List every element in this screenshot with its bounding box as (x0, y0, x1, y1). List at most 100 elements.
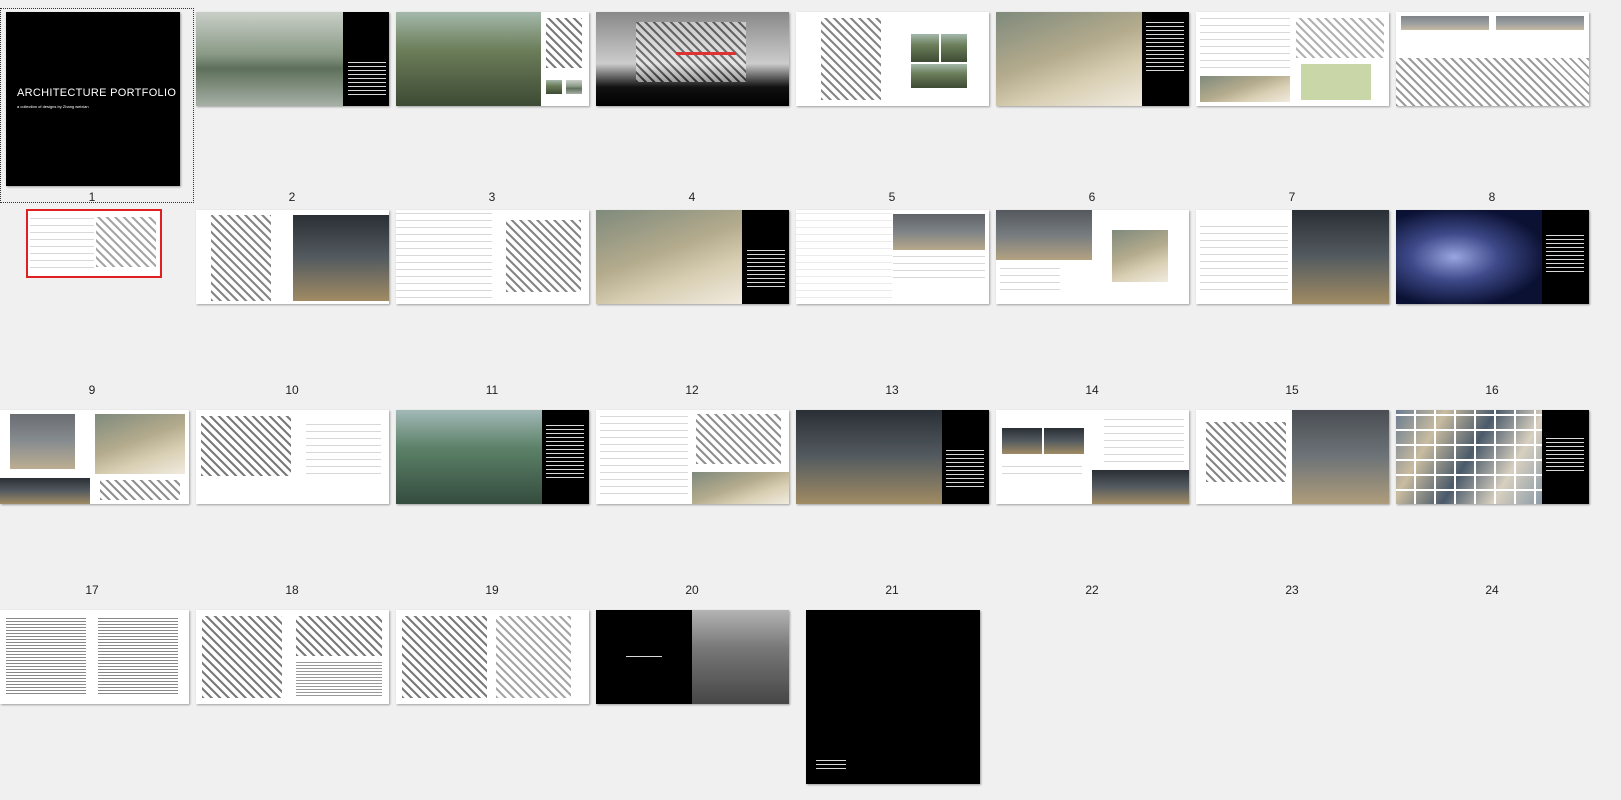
page-cell[interactable]: 17 (0, 400, 200, 600)
site-plan (1200, 16, 1290, 74)
page-number: 23 (1285, 583, 1299, 597)
page-number: 10 (285, 383, 299, 397)
plans (100, 480, 180, 500)
bw-photo (692, 610, 789, 704)
elevations (1200, 220, 1288, 296)
photo (1200, 76, 1290, 102)
interior-render (1292, 210, 1389, 304)
diagrams (1296, 18, 1384, 58)
page-number: 20 (685, 583, 699, 597)
page-cell[interactable]: 11 (396, 200, 596, 400)
elevation (893, 254, 985, 284)
photo (996, 210, 1092, 260)
page-thumbnail[interactable] (196, 610, 389, 704)
plans (696, 414, 781, 464)
page-cell[interactable] (196, 600, 396, 800)
page-cell[interactable] (396, 600, 596, 800)
elevation (1002, 460, 1082, 480)
page-cell[interactable]: 8 (1396, 0, 1596, 204)
page-thumbnail[interactable] (596, 12, 789, 106)
page-cell[interactable]: 16 (1396, 200, 1596, 400)
photo (10, 414, 75, 469)
page-cell[interactable]: ARCHITECTURE PORTFOLIO a collection of d… (0, 0, 200, 204)
sections (306, 420, 381, 480)
site-plan (95, 414, 185, 474)
page-thumbnail[interactable] (396, 12, 589, 106)
page-thumbnail[interactable] (196, 210, 389, 304)
floor-plans (506, 220, 581, 292)
page-cell[interactable] (596, 600, 796, 800)
page-number: 12 (685, 383, 699, 397)
page-thumbnail[interactable] (1196, 210, 1389, 304)
page-cell[interactable]: 5 (796, 0, 996, 204)
page-cell[interactable]: 12 (596, 200, 796, 400)
page-thumbnail[interactable] (396, 610, 589, 704)
page-thumbnail[interactable] (1396, 12, 1589, 106)
page-thumbnail-back-cover[interactable] (806, 610, 980, 784)
page-thumbnail[interactable] (1396, 410, 1589, 504)
page-thumbnail[interactable] (0, 610, 189, 704)
page-cell[interactable]: 2 (196, 0, 396, 204)
landscape-photo (196, 12, 343, 106)
photo (1002, 428, 1042, 454)
page-cell[interactable]: 24 (1396, 400, 1596, 600)
photo (1044, 428, 1084, 454)
interior-photo (1292, 410, 1389, 504)
cover-title: ARCHITECTURE PORTFOLIO (17, 87, 177, 99)
page-thumbnail[interactable] (996, 410, 1189, 504)
page-thumbnail[interactable] (796, 12, 989, 106)
page-thumbnail[interactable] (596, 210, 789, 304)
page-number: 11 (485, 383, 499, 397)
page-cell[interactable]: 18 (196, 400, 396, 600)
page-cell[interactable]: 15 (1196, 200, 1396, 400)
page-cell[interactable]: 6 (996, 0, 1196, 204)
page-number: 13 (885, 383, 899, 397)
page-cell[interactable]: 13 (796, 200, 996, 400)
page-thumbnail[interactable] (1396, 210, 1589, 304)
page-cell[interactable]: 3 (396, 0, 596, 204)
photo-collage (1396, 410, 1542, 504)
page-cell[interactable]: 14 (996, 200, 1196, 400)
page-number: 16 (1485, 383, 1499, 397)
page-thumbnail[interactable] (596, 610, 789, 704)
page-thumbnail[interactable] (0, 410, 189, 504)
diagram (546, 18, 582, 68)
page-cell[interactable]: 23 (1196, 400, 1396, 600)
page-number: 14 (1085, 383, 1099, 397)
page-cell[interactable]: 7 (1196, 0, 1396, 204)
section-detail (1206, 422, 1286, 482)
page-cell[interactable]: 9 (0, 200, 200, 400)
page-thumbnail[interactable] (396, 210, 589, 304)
project-table (6, 616, 86, 696)
photo (0, 478, 90, 504)
page-thumbnail[interactable] (396, 410, 589, 504)
page-thumbnail[interactable] (996, 12, 1189, 106)
page-cell[interactable]: 19 (396, 400, 596, 600)
photo (911, 64, 967, 88)
body-text (1546, 235, 1584, 275)
page-cell[interactable]: 10 (196, 200, 396, 400)
page-thumbnail[interactable] (796, 410, 989, 504)
page-thumbnail[interactable] (196, 12, 389, 106)
selected-thumbnail[interactable] (26, 209, 162, 278)
body-text (348, 62, 386, 97)
page-number: 21 (885, 583, 899, 597)
small-photo (566, 80, 582, 94)
page-thumbnail[interactable] (196, 410, 389, 504)
page-cell[interactable]: 20 (596, 400, 796, 600)
body-text (946, 450, 984, 490)
page-thumbnail[interactable] (1196, 410, 1389, 504)
page-thumbnail[interactable] (996, 210, 1189, 304)
page-thumbnail-cover[interactable]: ARCHITECTURE PORTFOLIO a collection of d… (6, 12, 180, 186)
page-cell[interactable] (796, 600, 996, 800)
page-cell[interactable] (0, 600, 200, 800)
icon-grid (202, 616, 282, 698)
page-cell[interactable]: 21 (796, 400, 996, 600)
page-thumbnail[interactable] (596, 410, 789, 504)
page-thumbnail[interactable] (1196, 12, 1389, 106)
page-cell[interactable]: 22 (996, 400, 1196, 600)
project-table (98, 616, 178, 696)
page-cell[interactable]: 4 (596, 0, 796, 204)
page-number: 17 (85, 583, 99, 597)
page-thumbnail[interactable] (796, 210, 989, 304)
